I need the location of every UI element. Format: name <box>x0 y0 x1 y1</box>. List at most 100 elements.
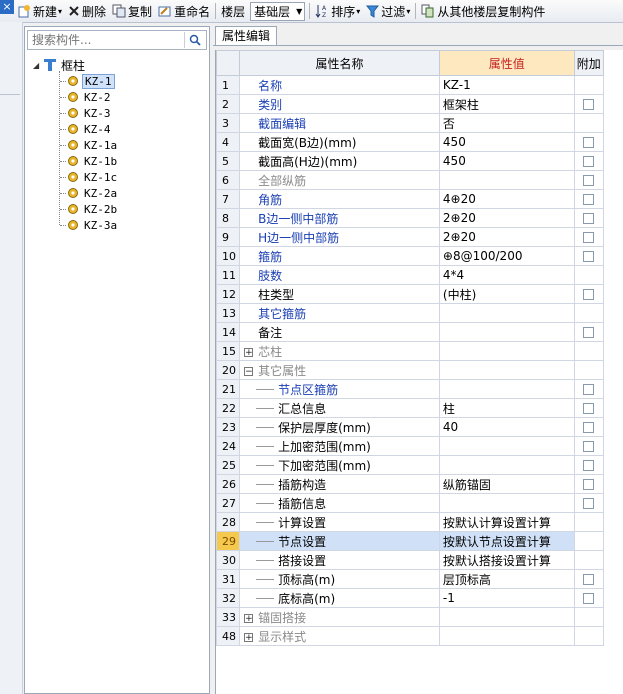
copy-from-floor-button[interactable]: 从其他楼层复制构件 <box>418 1 548 21</box>
property-row[interactable]: 4 截面宽(B边)(mm) 450 <box>215 132 605 152</box>
extra-checkbox[interactable] <box>583 251 595 262</box>
property-row[interactable]: 12 柱类型 (中柱) <box>215 284 605 304</box>
tab-property-edit[interactable]: 属性编辑 <box>215 26 278 46</box>
expand-icon[interactable]: + <box>244 613 254 623</box>
extra-checkbox[interactable] <box>583 99 595 110</box>
tree-item[interactable]: KZ-1 <box>67 73 115 89</box>
search-button[interactable] <box>184 32 205 48</box>
property-value-cell[interactable] <box>438 341 575 361</box>
extra-checkbox[interactable] <box>583 574 595 585</box>
property-row[interactable]: 9 H边一侧中部筋 2⊕20 <box>215 227 605 247</box>
property-row[interactable]: 13 其它箍筋 <box>215 303 605 323</box>
property-value-cell[interactable] <box>438 626 575 646</box>
extra-checkbox[interactable] <box>583 460 595 471</box>
property-value-cell[interactable]: 层顶标高 <box>438 569 575 589</box>
floor-select[interactable]: 基础层 ▼ <box>250 1 306 21</box>
extra-checkbox[interactable] <box>583 441 595 452</box>
tree-item[interactable]: KZ-3 <box>67 105 113 121</box>
extra-checkbox[interactable] <box>583 194 595 205</box>
rename-button[interactable]: 重命名 <box>155 1 213 21</box>
extra-checkbox[interactable] <box>583 327 595 338</box>
property-row[interactable]: 1 名称 KZ-1 <box>215 75 605 95</box>
property-value-cell[interactable]: 450 <box>438 151 575 171</box>
property-value-cell[interactable] <box>438 322 575 342</box>
property-row[interactable]: 5 截面高(H边)(mm) 450 <box>215 151 605 171</box>
property-row[interactable]: 8 B边一侧中部筋 2⊕20 <box>215 208 605 228</box>
tree-item[interactable]: KZ-1a <box>67 137 119 153</box>
extra-checkbox[interactable] <box>583 232 595 243</box>
property-value-cell[interactable]: ⊕8@100/200 <box>438 246 575 266</box>
property-row[interactable]: 30 搭接设置 按默认搭接设置计算 <box>215 550 605 570</box>
collapse-icon[interactable]: ◢ <box>33 61 43 70</box>
tree-item[interactable]: KZ-2a <box>67 185 119 201</box>
property-value-cell[interactable]: 4⊕20 <box>438 189 575 209</box>
property-row[interactable]: 32 底标高(m) -1 <box>215 588 605 608</box>
property-row[interactable]: 2 类别 框架柱 <box>215 94 605 114</box>
property-value-cell[interactable]: 2⊕20 <box>438 208 575 228</box>
extra-checkbox[interactable] <box>583 289 595 300</box>
extra-checkbox[interactable] <box>583 156 595 167</box>
extra-checkbox[interactable] <box>583 175 595 186</box>
property-value-cell[interactable]: 柱 <box>438 398 575 418</box>
filter-button[interactable]: 过滤 ▾ <box>363 1 413 21</box>
extra-checkbox[interactable] <box>583 498 595 509</box>
tree-item[interactable]: KZ-3a <box>67 217 119 233</box>
property-value-cell[interactable]: 按默认搭接设置计算 <box>438 550 575 570</box>
property-value-cell[interactable]: KZ-1 <box>438 75 575 95</box>
property-value-cell[interactable]: 纵筋锚固 <box>438 474 575 494</box>
property-value-cell[interactable]: 4*4 <box>438 265 575 285</box>
tree-item[interactable]: KZ-1c <box>67 169 119 185</box>
collapse-icon[interactable]: − <box>244 366 254 376</box>
tree-item[interactable]: KZ-4 <box>67 121 113 137</box>
property-value-cell[interactable] <box>438 360 575 380</box>
property-value-cell[interactable] <box>438 170 575 190</box>
property-row[interactable]: 20− 其它属性 <box>215 360 605 380</box>
search-input[interactable] <box>28 31 186 49</box>
property-row[interactable]: 33 + 锚固搭接 <box>215 607 605 627</box>
extra-checkbox[interactable] <box>583 137 595 148</box>
extra-checkbox[interactable] <box>583 422 595 433</box>
property-row[interactable]: 3 截面编辑 否 <box>215 113 605 133</box>
property-value-cell[interactable] <box>438 455 575 475</box>
copy-button[interactable]: 复制 <box>109 1 155 21</box>
expand-icon[interactable]: + <box>244 632 254 642</box>
property-row[interactable]: 27 插筋信息 <box>215 493 605 513</box>
property-row[interactable]: 28 计算设置 按默认计算设置计算 <box>215 512 605 532</box>
property-value-cell[interactable] <box>438 607 575 627</box>
property-row[interactable]: 14 备注 <box>215 322 605 342</box>
property-row[interactable]: 21 节点区箍筋 <box>215 379 605 399</box>
close-icon[interactable]: × <box>0 0 14 14</box>
property-value-cell[interactable]: 否 <box>438 113 575 133</box>
property-row[interactable]: 15 + 芯柱 <box>215 341 605 361</box>
property-row[interactable]: 6 全部纵筋 <box>215 170 605 190</box>
property-row[interactable]: 48 + 显示样式 <box>215 626 605 646</box>
property-value-cell[interactable] <box>438 303 575 323</box>
property-row[interactable]: 7 角筋 4⊕20 <box>215 189 605 209</box>
extra-checkbox[interactable] <box>583 213 595 224</box>
property-value-cell[interactable]: 2⊕20 <box>438 227 575 247</box>
extra-checkbox[interactable] <box>583 479 595 490</box>
new-button[interactable]: 新建 ▾ <box>14 1 65 21</box>
property-row[interactable]: 22 汇总信息 柱 <box>215 398 605 418</box>
expand-icon[interactable]: + <box>244 347 254 357</box>
tree-item[interactable]: KZ-1b <box>67 153 119 169</box>
property-value-cell[interactable]: 450 <box>438 132 575 152</box>
property-row[interactable]: 31 顶标高(m) 层顶标高 <box>215 569 605 589</box>
property-row[interactable]: 10 箍筋 ⊕8@100/200 <box>215 246 605 266</box>
tree-item[interactable]: KZ-2b <box>67 201 119 217</box>
property-value-cell[interactable]: -1 <box>438 588 575 608</box>
tree-item[interactable]: KZ-2 <box>67 89 113 105</box>
property-value-cell[interactable] <box>438 493 575 513</box>
extra-checkbox[interactable] <box>583 403 595 414</box>
property-row[interactable]: 24 上加密范围(mm) <box>215 436 605 456</box>
property-value-cell[interactable]: 40 <box>438 417 575 437</box>
property-row[interactable]: 11 肢数 4*4 <box>215 265 605 285</box>
property-value-cell[interactable] <box>438 436 575 456</box>
sort-button[interactable]: AZ 排序 ▾ <box>312 1 363 21</box>
property-row[interactable]: 23 保护层厚度(mm) 40 <box>215 417 605 437</box>
property-value-cell[interactable]: 框架柱 <box>438 94 575 114</box>
property-value-cell[interactable] <box>438 379 575 399</box>
property-value-cell[interactable]: 按默认节点设置计算 <box>438 531 575 551</box>
delete-button[interactable]: 删除 <box>65 1 109 21</box>
property-row[interactable]: 25 下加密范围(mm) <box>215 455 605 475</box>
